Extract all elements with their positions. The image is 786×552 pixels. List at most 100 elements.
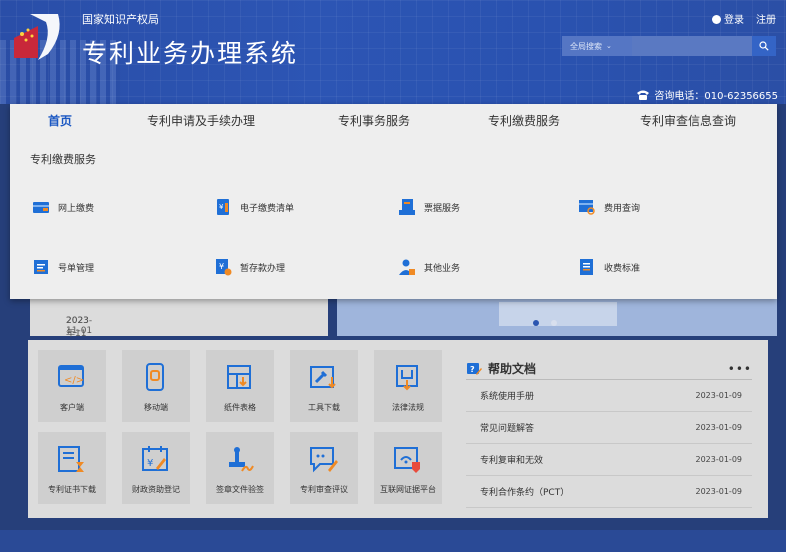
service-online-payment[interactable]: 网上缴费	[32, 198, 94, 216]
cnipa-emblem-icon	[14, 14, 60, 60]
service-fee-standard[interactable]: 收费标准	[578, 258, 640, 276]
register-link[interactable]: 注册	[756, 11, 776, 26]
news-text: 2023 年11月1日起执行的PCT申请国际阶段… 2023-11-01	[48, 306, 92, 453]
svg-text:¥: ¥	[147, 458, 153, 469]
service-label: 费用查询	[604, 203, 641, 214]
tool-certificate-download[interactable]: 专利证书下载	[38, 432, 106, 504]
payment-list-icon: ¥	[217, 199, 229, 215]
deposit-icon: ¥	[216, 259, 232, 276]
paper-form-icon	[227, 365, 251, 389]
tool-label: 工具下载	[308, 403, 340, 412]
banner-carousel	[337, 296, 777, 336]
help-item-title: 系统使用手册	[480, 392, 535, 402]
tool-funding-registration[interactable]: ¥ 财政资助登记	[122, 432, 190, 504]
nav-dropdown-panel: 首页 专利申请及手续办理 专利事务服务 专利缴费服务 专利审查信息查询 专利缴费…	[10, 104, 777, 299]
tool-label: 专利审查评议	[300, 485, 348, 494]
tool-paper-forms[interactable]: 纸件表格	[206, 350, 274, 422]
carousel-dot-1[interactable]	[533, 320, 539, 326]
site-header: 国家知识产权局 专利业务办理系统 登录 注册 全局搜索 ⌄ 咨询电话：010-6…	[0, 0, 786, 104]
help-documents: ? 帮助文档 ••• 系统使用手册 2023-01-09 常见问题解答 2023-0…	[466, 358, 752, 508]
help-item-title: 专利合作条约（PCT）	[480, 488, 570, 498]
hotline: 咨询电话：010-62356655	[636, 87, 778, 102]
global-search: 全局搜索 ⌄	[562, 36, 776, 56]
help-item-title: 常见问题解答	[480, 424, 535, 434]
service-label: 其他业务	[424, 263, 461, 274]
login-label: 登录	[724, 15, 744, 26]
evidence-platform-icon	[394, 447, 420, 473]
search-input[interactable]	[632, 36, 752, 56]
other-business-icon	[399, 259, 415, 275]
service-label: 网上缴费	[58, 203, 95, 214]
nav-item-affairs[interactable]: 专利事务服务	[338, 112, 410, 129]
wallet-icon	[33, 202, 49, 213]
tool-client[interactable]: </> 客户端	[38, 350, 106, 422]
help-item[interactable]: 专利复审和无效 2023-01-09	[466, 444, 752, 476]
service-label: 号单管理	[58, 263, 95, 274]
client-icon: </>	[58, 365, 84, 387]
service-label: 暂存款办理	[240, 263, 286, 274]
tool-mobile[interactable]: 移动端	[122, 350, 190, 422]
help-item-date: 2023-01-09	[695, 487, 743, 496]
signature-verify-icon	[229, 447, 254, 472]
service-receipt[interactable]: 票据服务	[398, 198, 460, 216]
help-title: ? 帮助文档	[466, 360, 536, 377]
main-content: </> 客户端 移动端 纸件表格 工具下载 法律法规 专利证书下载 ¥ 财政资助…	[28, 340, 768, 518]
tool-label: 互联网证据平台	[380, 485, 436, 494]
service-number-management[interactable]: 号单管理	[32, 258, 94, 276]
nav-item-payment[interactable]: 专利缴费服务	[488, 112, 560, 129]
phone-icon	[637, 90, 650, 100]
tool-evidence-platform[interactable]: 互联网证据平台	[374, 432, 442, 504]
service-deposit[interactable]: ¥ 暂存款办理	[214, 258, 285, 276]
certificate-download-icon	[58, 446, 84, 472]
fee-standard-icon	[580, 259, 593, 275]
search-scope-select[interactable]: 全局搜索 ⌄	[562, 36, 632, 56]
tool-review-comment[interactable]: 专利审查评议	[290, 432, 358, 504]
search-scope-label: 全局搜索	[570, 41, 602, 51]
hotline-text: 咨询电话：010-62356655	[654, 91, 778, 102]
service-other-business[interactable]: 其他业务	[398, 258, 460, 276]
help-item[interactable]: 专利合作条约（PCT） 2023-01-09	[466, 476, 752, 508]
nav-item-application[interactable]: 专利申请及手续办理	[147, 112, 255, 129]
tool-download[interactable]: 工具下载	[290, 350, 358, 422]
tool-signature-verify[interactable]: 签章文件验签	[206, 432, 274, 504]
user-icon	[712, 15, 721, 24]
mobile-icon	[146, 363, 164, 391]
carousel-dot-2[interactable]	[551, 320, 557, 326]
help-header: ? 帮助文档 •••	[466, 358, 752, 380]
help-item-date: 2023-01-09	[695, 455, 743, 464]
number-list-icon	[34, 260, 48, 274]
tool-label: 纸件表格	[224, 403, 256, 412]
tool-label: 客户端	[60, 403, 84, 412]
agency-name: 国家知识产权局	[82, 13, 159, 26]
banner-image	[499, 302, 617, 326]
svg-text:¥: ¥	[219, 203, 224, 211]
tool-label: 专利证书下载	[48, 485, 96, 494]
fee-search-icon	[579, 200, 595, 215]
login-link[interactable]: 登录	[712, 11, 744, 26]
system-title: 专利业务办理系统	[82, 39, 299, 68]
tool-label: 财政资助登记	[132, 485, 180, 494]
help-item-date: 2023-01-09	[695, 423, 743, 432]
svg-text:¥: ¥	[219, 262, 224, 271]
news-date: 2023-11-01	[66, 316, 93, 336]
tool-laws[interactable]: 法律法规	[374, 350, 442, 422]
help-more-button[interactable]: •••	[728, 362, 752, 376]
help-item-title: 专利复审和无效	[480, 456, 544, 466]
nav-item-examination-query[interactable]: 专利审查信息查询	[640, 112, 736, 129]
service-label: 票据服务	[424, 203, 461, 214]
search-button[interactable]	[752, 36, 776, 56]
law-icon	[396, 365, 418, 391]
search-icon	[759, 41, 769, 51]
nav-item-home[interactable]: 首页	[48, 112, 72, 129]
help-item[interactable]: 常见问题解答 2023-01-09	[466, 412, 752, 444]
help-title-text: 帮助文档	[488, 362, 537, 376]
tool-label: 移动端	[144, 403, 168, 412]
service-fee-query[interactable]: 费用查询	[578, 198, 640, 216]
top-links: 登录 注册	[712, 11, 776, 26]
help-item[interactable]: 系统使用手册 2023-01-09	[466, 380, 752, 412]
funding-icon: ¥	[142, 446, 168, 471]
service-e-payment-list[interactable]: ¥ 电子缴费清单	[214, 198, 294, 216]
svg-text:</>: </>	[64, 375, 84, 386]
svg-text:?: ?	[470, 365, 475, 374]
news-item[interactable]: 2023 年11月1日起执行的PCT申请国际阶段… 2023-11-01	[30, 296, 328, 453]
